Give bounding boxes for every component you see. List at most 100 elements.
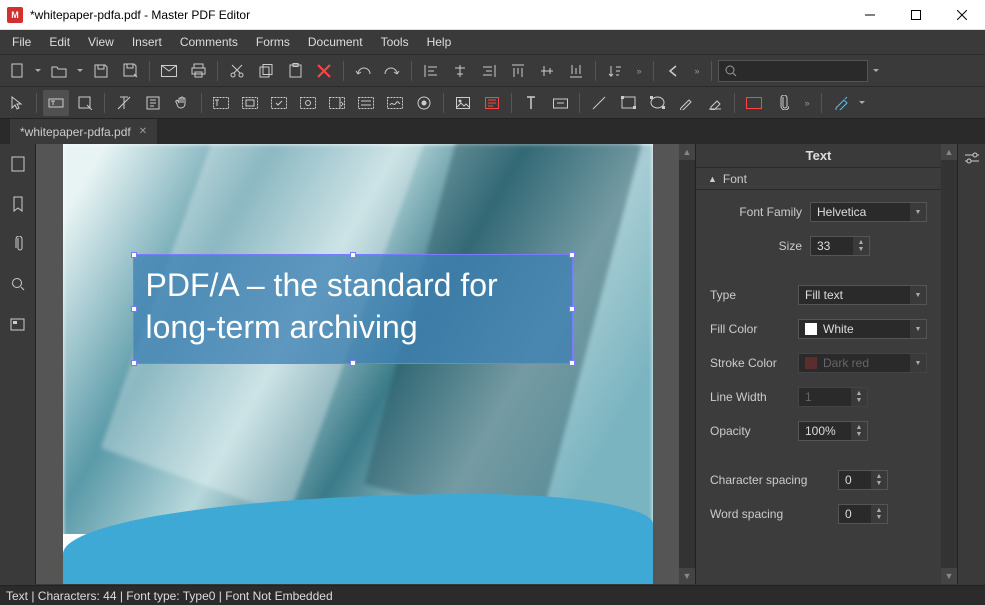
settings-slider-icon[interactable] xyxy=(962,148,982,168)
open-file-button[interactable] xyxy=(46,58,72,84)
menu-help[interactable]: Help xyxy=(419,33,460,51)
heading-text: PDF/A – the standard for long-term archi… xyxy=(146,265,560,348)
nav-overflow[interactable]: » xyxy=(689,58,705,84)
line-width-input[interactable]: 1 xyxy=(798,387,868,407)
toolbar1-overflow[interactable]: » xyxy=(631,58,647,84)
titlebar: M *whitepaper-pdfa.pdf - Master PDF Edit… xyxy=(0,0,985,30)
align-center-v-button[interactable] xyxy=(534,58,560,84)
document-viewport[interactable]: PDF/A – the standard for long-term archi… xyxy=(36,144,679,584)
font-section-header[interactable]: ▲Font xyxy=(696,168,941,190)
link-tool[interactable] xyxy=(547,90,573,116)
edit-forms-tool[interactable] xyxy=(72,90,98,116)
undo-button[interactable] xyxy=(350,58,376,84)
prev-page-button[interactable] xyxy=(660,58,686,84)
select-text-tool[interactable] xyxy=(111,90,137,116)
close-button[interactable] xyxy=(939,0,985,30)
new-file-button[interactable] xyxy=(4,58,30,84)
align-bottom-button[interactable] xyxy=(563,58,589,84)
viewport-scrollbar[interactable]: ▲▼ xyxy=(679,144,695,584)
save-as-button[interactable] xyxy=(117,58,143,84)
radio-field-tool[interactable] xyxy=(295,90,321,116)
toolbar2-overflow[interactable]: » xyxy=(799,90,815,116)
search-field[interactable] xyxy=(718,60,868,82)
fill-color-select[interactable]: White▼ xyxy=(798,319,927,339)
menu-edit[interactable]: Edit xyxy=(41,33,78,51)
minimize-button[interactable] xyxy=(847,0,893,30)
cut-button[interactable] xyxy=(224,58,250,84)
hand-tool[interactable] xyxy=(169,90,195,116)
paste-button[interactable] xyxy=(282,58,308,84)
checkbox-field-tool[interactable] xyxy=(266,90,292,116)
sort-button[interactable] xyxy=(602,58,628,84)
type-select[interactable]: Fill text▼ xyxy=(798,285,927,305)
highlighter-pen-tool[interactable] xyxy=(828,90,854,116)
edit-text-tool[interactable] xyxy=(43,90,69,116)
type-label: Type xyxy=(710,288,790,302)
page: PDF/A – the standard for long-term archi… xyxy=(63,144,653,584)
layers-panel-button[interactable] xyxy=(4,310,32,338)
attachments-panel-button[interactable] xyxy=(4,230,32,258)
menu-insert[interactable]: Insert xyxy=(124,33,170,51)
tab-close-button[interactable]: ✕ xyxy=(139,126,147,137)
word-spacing-input[interactable]: 0 xyxy=(838,504,888,524)
stroke-color-select[interactable]: Dark red▼ xyxy=(798,353,927,373)
right-sidebar xyxy=(957,144,985,584)
thumbnails-panel-button[interactable] xyxy=(4,150,32,178)
align-left-button[interactable] xyxy=(418,58,444,84)
selected-text-box[interactable]: PDF/A – the standard for long-term archi… xyxy=(133,254,573,364)
opacity-input[interactable]: 100% xyxy=(798,421,868,441)
insert-text-tool[interactable] xyxy=(518,90,544,116)
tab-document[interactable]: *whitepaper-pdfa.pdf ✕ xyxy=(10,119,157,144)
toolbar-tools: » xyxy=(0,86,985,118)
new-dropdown[interactable] xyxy=(33,58,43,84)
font-family-select[interactable]: Helvetica▼ xyxy=(810,202,927,222)
button-field-tool[interactable] xyxy=(237,90,263,116)
menu-document[interactable]: Document xyxy=(300,33,371,51)
char-spacing-input[interactable]: 0 xyxy=(838,470,888,490)
properties-panel: Text ▲Font Font Family Helvetica▼ Size 3… xyxy=(696,144,941,584)
highlight-tool[interactable] xyxy=(741,90,767,116)
print-button[interactable] xyxy=(185,58,211,84)
menu-file[interactable]: File xyxy=(4,33,39,51)
menubar: File Edit View Insert Comments Forms Doc… xyxy=(0,30,985,54)
combobox-field-tool[interactable] xyxy=(324,90,350,116)
align-center-h-button[interactable] xyxy=(447,58,473,84)
image-tool[interactable] xyxy=(450,90,476,116)
menu-comments[interactable]: Comments xyxy=(172,33,246,51)
maximize-button[interactable] xyxy=(893,0,939,30)
align-top-button[interactable] xyxy=(505,58,531,84)
rect-tool[interactable] xyxy=(479,90,505,116)
menu-tools[interactable]: Tools xyxy=(373,33,417,51)
pointer-tool[interactable] xyxy=(4,90,30,116)
email-button[interactable] xyxy=(156,58,182,84)
open-dropdown[interactable] xyxy=(75,58,85,84)
left-sidebar xyxy=(0,144,36,584)
listbox-field-tool[interactable] xyxy=(353,90,379,116)
char-spacing-label: Character spacing xyxy=(710,473,830,487)
save-button[interactable] xyxy=(88,58,114,84)
ellipse-tool[interactable] xyxy=(644,90,670,116)
text-field-tool[interactable] xyxy=(208,90,234,116)
search-dropdown[interactable] xyxy=(871,58,881,84)
highlighter-dropdown[interactable] xyxy=(857,90,867,116)
copy-button[interactable] xyxy=(253,58,279,84)
redo-button[interactable] xyxy=(379,58,405,84)
line-tool[interactable] xyxy=(586,90,612,116)
attach-tool[interactable] xyxy=(770,90,796,116)
eraser-tool[interactable] xyxy=(702,90,728,116)
menu-forms[interactable]: Forms xyxy=(248,33,298,51)
font-size-input[interactable]: 33 xyxy=(810,236,870,256)
pencil-tool[interactable] xyxy=(673,90,699,116)
menu-view[interactable]: View xyxy=(80,33,122,51)
signature-field-tool[interactable] xyxy=(382,90,408,116)
bookmarks-panel-button[interactable] xyxy=(4,190,32,218)
edit-document-tool[interactable] xyxy=(140,90,166,116)
delete-button[interactable] xyxy=(311,58,337,84)
rectangle-tool[interactable] xyxy=(615,90,641,116)
font-family-label: Font Family xyxy=(710,205,802,219)
search-panel-button[interactable] xyxy=(4,270,32,298)
align-right-button[interactable] xyxy=(476,58,502,84)
panel-scrollbar[interactable]: ▲▼ xyxy=(941,144,957,584)
fill-color-label: Fill Color xyxy=(710,322,790,336)
radio-tool[interactable] xyxy=(411,90,437,116)
